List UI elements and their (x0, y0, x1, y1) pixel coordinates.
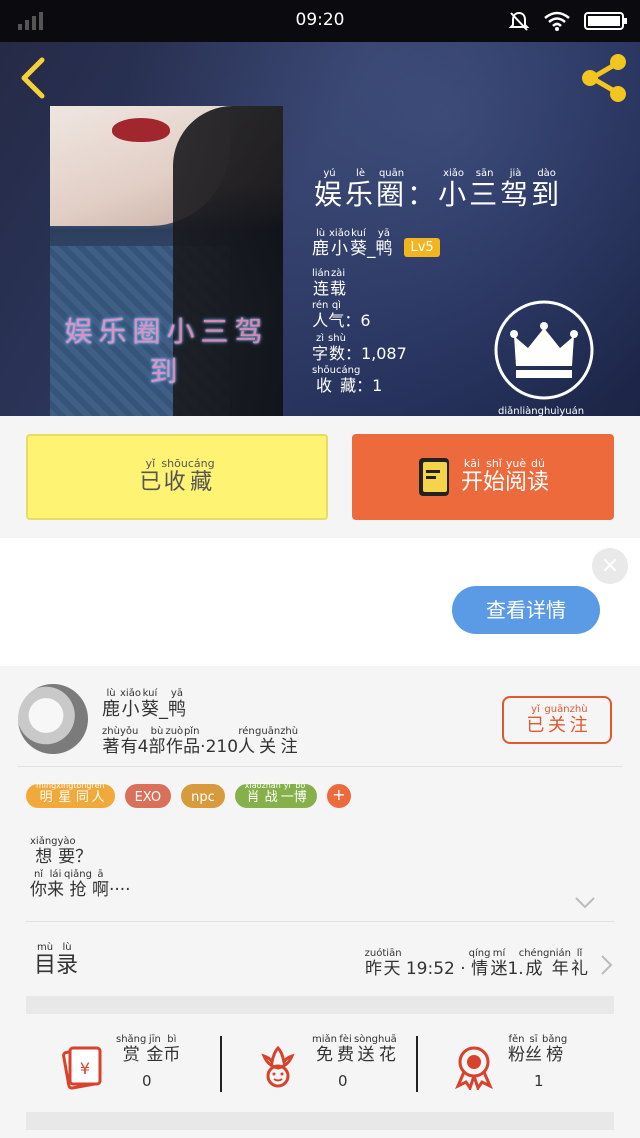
tip-coins-item[interactable]: ¥ 赏shǎng金jīn币bì 0 (26, 1022, 222, 1110)
tag-item[interactable]: 肖xiào 战zhàn 一yī 博bó (234, 781, 317, 808)
wifi-icon (544, 11, 570, 31)
latest-chapter: 昨zuó天tiān 19:52 · 情qíng迷mí1.成chéng年nián礼… (364, 948, 588, 979)
section-spacer (26, 996, 614, 1014)
author-section: 鹿lù小xiǎo葵kuí_鸭yā 著zhù有yǒu4部bù作zuò品pǐn·21… (0, 666, 640, 1138)
favorites-value: ：1 (356, 376, 383, 395)
table-of-contents-row[interactable]: 目mù录lù 昨zuó天tiān 19:52 · 情qíng迷mí1.成chén… (26, 932, 614, 994)
book-intro: 想xiǎng要yào？ 你nǐ来lái抢qiǎng啊ā···· (30, 836, 131, 902)
ad-close-button[interactable]: × (592, 548, 628, 584)
share-icon[interactable] (578, 50, 630, 106)
vip-label[interactable]: 点diǎn亮liàng会huì员yuán (498, 406, 584, 416)
support-count: 0 (142, 1072, 152, 1090)
cover-lips (112, 118, 170, 142)
battery-icon (584, 12, 627, 30)
support-label: 赏shǎng金jīn币bì (116, 1034, 181, 1065)
tag-item[interactable]: EXO (124, 784, 172, 808)
add-tag-button[interactable]: + (326, 784, 351, 808)
support-count: 1 (534, 1072, 544, 1090)
back-arrow-icon[interactable] (14, 56, 54, 100)
medal-icon (455, 1046, 493, 1090)
section-spacer (26, 1112, 614, 1130)
intro-line: 想xiǎng要yào？ (30, 836, 93, 867)
start-reading-button[interactable]: 开kāi始shǐ阅yuè读dú (352, 434, 614, 520)
divider (18, 766, 622, 767)
cover-title: 娱乐圈小三驾到 (64, 315, 269, 388)
book-author-line[interactable]: 鹿lù小xiǎo葵kuí_鸭yā Lv5 (312, 228, 440, 259)
book-cover[interactable]: 娱乐圈小三驾到 (50, 106, 283, 416)
mute-bell-icon (508, 11, 530, 31)
flower-icon (261, 1045, 295, 1088)
book-header: 娱乐圈小三驾到 娱yú乐lè圈quān：小xiǎo三sān驾jià到dào 鹿l… (0, 42, 640, 416)
book-author-name: 鹿lù小xiǎo葵kuí_鸭yā (312, 228, 393, 259)
status-bar: 09:20 (0, 0, 640, 42)
support-label: 免miǎn费fèi送sòng花huā (312, 1034, 397, 1065)
divider (26, 921, 614, 922)
words-value: ：1,087 (344, 344, 407, 363)
tag-item[interactable]: 明míng 星xīng 同tóng 人rén (26, 781, 115, 808)
support-count: 0 (338, 1072, 348, 1090)
action-bar: 已yǐ收shōu藏cáng 开kāi始shǐ阅yuè读dú (0, 416, 640, 538)
send-flower-item[interactable]: 免miǎn费fèi送sòng花huā 0 (222, 1022, 418, 1110)
book-word-count: 字zì数shù：1,087 (312, 333, 407, 364)
fan-ranking-item[interactable]: 粉fěn丝sī榜bǎng 1 (418, 1022, 614, 1110)
red-envelope-icon: ¥ (62, 1046, 102, 1090)
book-title: 娱yú乐lè圈quān：小xiǎo三sān驾jià到dào (314, 168, 563, 211)
followed-label: 已yǐ关guān注zhù (526, 703, 588, 736)
popularity-value: ：6 (344, 311, 371, 330)
author-avatar[interactable] (18, 684, 88, 754)
words-label: 字zì数shù (312, 333, 346, 363)
followed-button[interactable]: 已yǐ关guān注zhù (502, 696, 612, 744)
view-details-button[interactable]: 查看详情 (452, 586, 600, 634)
book-icon (418, 458, 449, 496)
popularity-label: 人rén气qì (312, 300, 345, 330)
book-status: 连lián载zài (312, 268, 347, 298)
author-name[interactable]: 鹿lù小xiǎo葵kuí_鸭yā (102, 688, 186, 721)
crown-icon[interactable] (492, 298, 596, 402)
chevron-right-icon (601, 955, 613, 975)
author-stats: 著zhù有yǒu4部bù作zuò品pǐn·210人rén关guān注zhù (102, 726, 299, 757)
collected-label: 已yǐ收shōu藏cáng (139, 457, 215, 495)
intro-line: 你nǐ来lái抢qiǎng啊ā···· (30, 868, 131, 900)
toc-label: 目mù录lù (34, 942, 79, 978)
tag-item[interactable]: npc (181, 784, 225, 808)
chevron-down-icon[interactable] (574, 896, 596, 910)
start-reading-label: 开kāi始shǐ阅yuè读dú (460, 457, 550, 495)
level-badge: Lv5 (404, 238, 440, 257)
favorites-label: 收shōu藏cáng (312, 365, 361, 395)
tag-list: 明míng 星xīng 同tóng 人rén EXO npc 肖xiào 战zhàn 一y… (26, 781, 351, 808)
support-label: 粉fěn丝sī榜bǎng (508, 1034, 568, 1065)
collected-button[interactable]: 已yǐ收shōu藏cáng (26, 434, 328, 520)
book-favorites: 收shōu藏cáng：1 (312, 365, 382, 396)
ad-banner: × 查看详情 (0, 538, 640, 666)
book-popularity: 人rén气qì：6 (312, 300, 371, 331)
svg-text:¥: ¥ (80, 1059, 90, 1078)
support-row: ¥ 赏shǎng金jīn币bì 0 免miǎn费fèi送sòng花huā 0 粉… (26, 1022, 614, 1110)
